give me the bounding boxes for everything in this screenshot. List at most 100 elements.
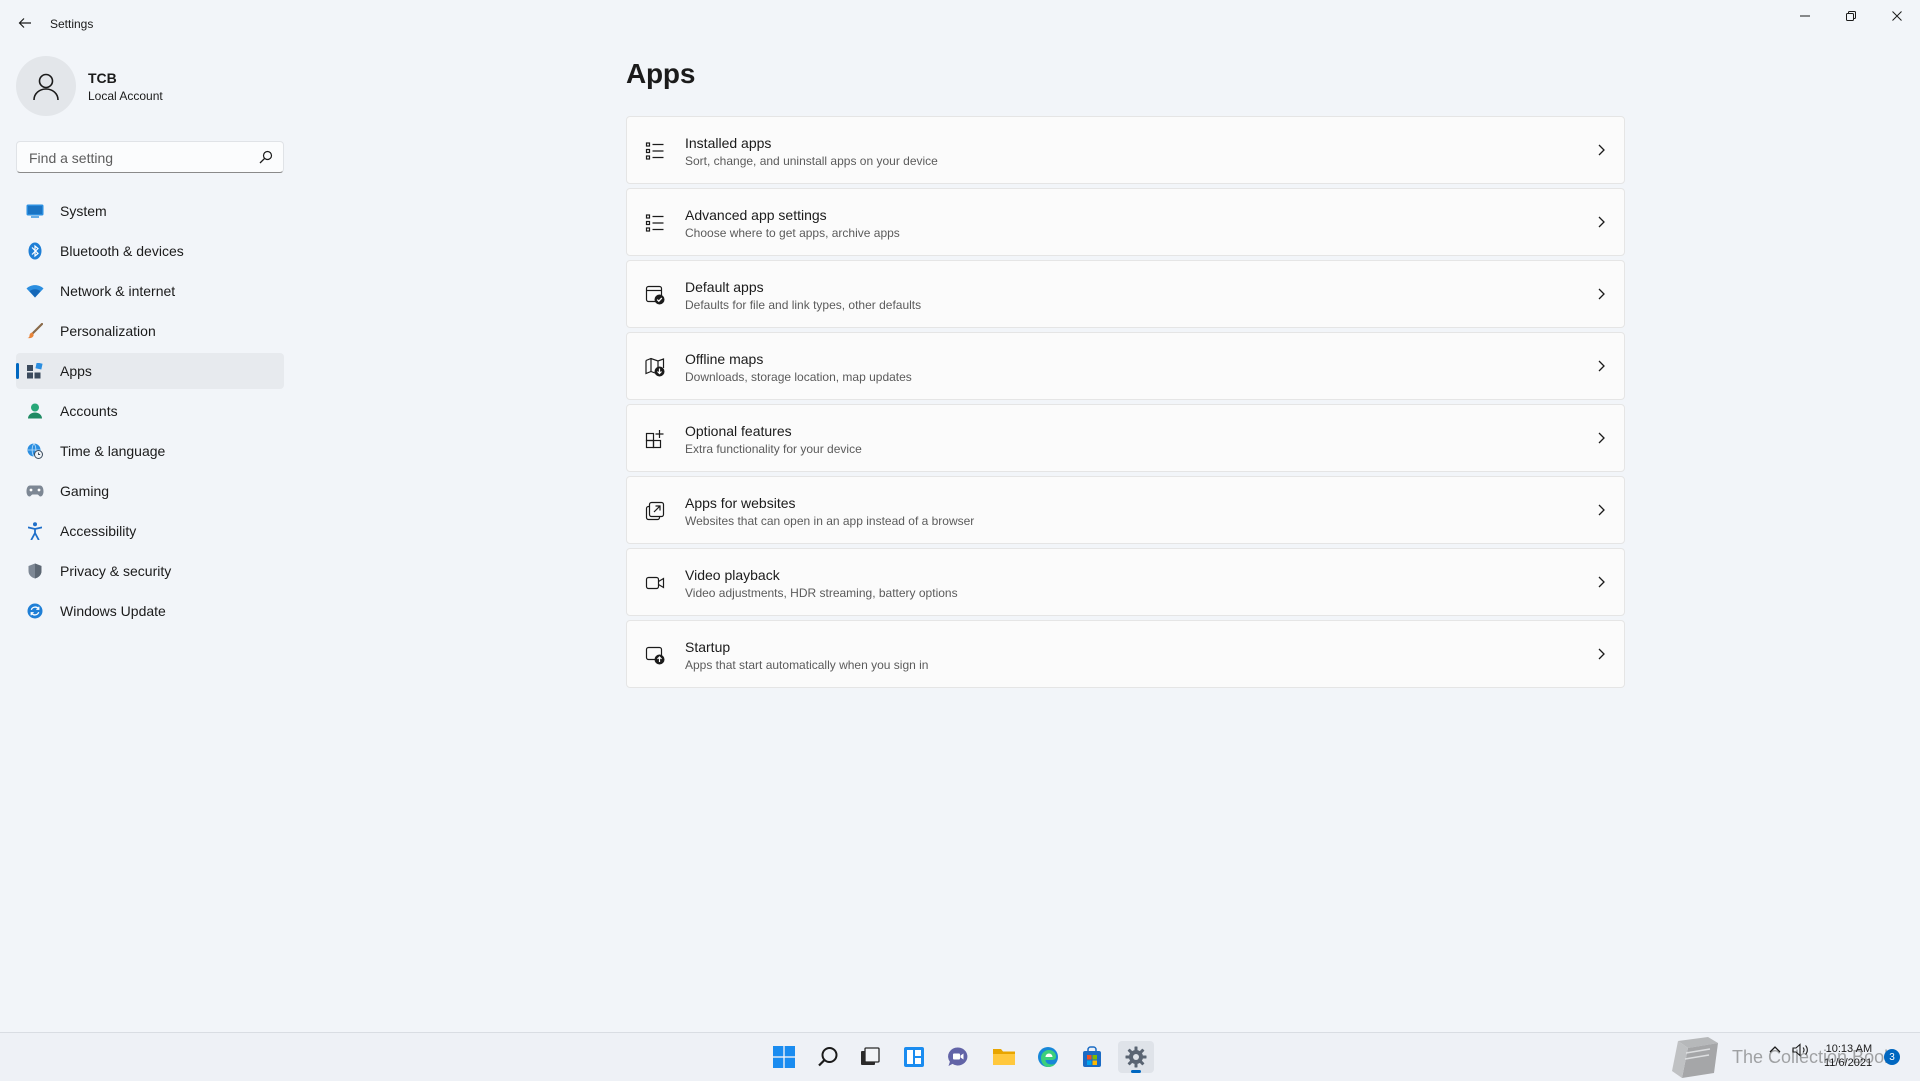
close-icon [1892, 11, 1902, 21]
person-outline-icon [33, 73, 59, 101]
sidebar-item-windows-update[interactable]: Windows Update [16, 593, 284, 629]
chevron-right-icon [1598, 432, 1605, 444]
card-subtitle: Choose where to get apps, archive apps [685, 226, 900, 240]
folder-icon [993, 1049, 1015, 1065]
sidebar-item-personalization[interactable]: Personalization [16, 313, 284, 349]
search-input[interactable] [27, 142, 251, 174]
volume-button[interactable] [1792, 1043, 1810, 1062]
sidebar-item-accounts[interactable]: Accounts [16, 393, 284, 429]
chevron-right-icon [1598, 216, 1605, 228]
chevron-right-icon [1598, 648, 1605, 660]
sidebar-item-label: Time & language [60, 443, 166, 459]
restore-icon [1846, 11, 1856, 21]
bluetooth-icon [26, 242, 44, 260]
chevron-right-icon [1598, 504, 1605, 516]
card-title: Installed apps [685, 135, 772, 151]
microsoft-store-button[interactable] [1074, 1041, 1110, 1073]
card-default-apps[interactable]: Default apps Defaults for file and link … [626, 260, 1625, 328]
file-explorer-button[interactable] [986, 1041, 1022, 1073]
chevron-up-icon [1769, 1046, 1781, 1053]
card-optional-features[interactable]: Optional features Extra functionality fo… [626, 404, 1625, 472]
grid-plus-icon [645, 430, 664, 449]
card-title: Offline maps [685, 351, 764, 367]
card-advanced-app-settings[interactable]: Advanced app settings Choose where to ge… [626, 188, 1625, 256]
sidebar-item-system[interactable]: System [16, 193, 284, 229]
shield-icon [26, 562, 44, 580]
card-video-playback[interactable]: Video playback Video adjustments, HDR st… [626, 548, 1625, 616]
card-installed-apps[interactable]: Installed apps Sort, change, and uninsta… [626, 116, 1625, 184]
page-title: Apps [626, 58, 696, 89]
taskbar-clock[interactable]: 10:13 AM 11/6/2021 [1824, 1042, 1872, 1070]
sidebar-item-privacy-security[interactable]: Privacy & security [16, 553, 284, 589]
accessibility-icon [26, 522, 44, 540]
card-subtitle: Extra functionality for your device [685, 442, 862, 456]
task-view-icon [861, 1047, 880, 1065]
sidebar-item-label: Accessibility [60, 523, 137, 539]
taskbar-search-button[interactable] [810, 1041, 846, 1073]
card-title: Optional features [685, 423, 792, 439]
card-subtitle: Websites that can open in an app instead… [685, 514, 975, 528]
profile-name: TCB [88, 69, 117, 86]
sidebar-item-label: System [60, 203, 107, 219]
search-icon[interactable] [259, 150, 273, 164]
widgets-icon [904, 1047, 924, 1067]
card-title: Apps for websites [685, 495, 796, 511]
back-button[interactable] [14, 12, 36, 34]
store-icon [1083, 1046, 1101, 1067]
card-title: Video playback [685, 567, 780, 583]
sidebar-item-gaming[interactable]: Gaming [16, 473, 284, 509]
task-view-button[interactable] [852, 1041, 888, 1073]
card-subtitle: Defaults for file and link types, other … [685, 298, 922, 312]
sidebar-item-accessibility[interactable]: Accessibility [16, 513, 284, 549]
update-icon [26, 602, 44, 620]
chevron-right-icon [1598, 144, 1605, 156]
sidebar-item-label: Windows Update [60, 603, 166, 619]
monitor-icon [26, 202, 44, 220]
avatar [16, 56, 76, 116]
sidebar-item-label: Gaming [60, 483, 110, 499]
gear-icon [1125, 1046, 1147, 1068]
title-bar: Settings [0, 0, 1920, 48]
sidebar-item-apps[interactable]: Apps [16, 353, 284, 389]
chevron-right-icon [1598, 576, 1605, 588]
card-offline-maps[interactable]: Offline maps Downloads, storage location… [626, 332, 1625, 400]
sidebar-item-network[interactable]: Network & internet [16, 273, 284, 309]
sidebar-item-label: Privacy & security [60, 563, 172, 579]
chat-icon [948, 1047, 968, 1066]
volume-icon [1792, 1043, 1808, 1057]
taskbar: The Collection Book 10:13 AM 11/6/2021 3 [0, 1032, 1920, 1081]
card-title: Startup [685, 639, 731, 655]
windows-logo-icon [773, 1046, 795, 1068]
video-camera-icon [645, 576, 665, 590]
widgets-button[interactable] [896, 1041, 932, 1073]
sidebar-item-time-language[interactable]: Time & language [16, 433, 284, 469]
teams-chat-button[interactable] [940, 1041, 976, 1073]
restore-button[interactable] [1828, 0, 1874, 32]
card-subtitle: Apps that start automatically when you s… [685, 658, 929, 672]
map-download-icon [645, 357, 665, 377]
card-subtitle: Video adjustments, HDR streaming, batter… [685, 586, 958, 600]
card-startup[interactable]: Startup Apps that start automatically wh… [626, 620, 1625, 688]
user-profile[interactable]: TCB Local Account [16, 56, 163, 116]
start-button[interactable] [766, 1041, 802, 1073]
clock-time: 10:13 AM [1825, 1043, 1873, 1055]
minimize-button[interactable] [1782, 0, 1828, 32]
open-external-icon [645, 501, 665, 521]
search-box[interactable] [16, 141, 284, 174]
default-apps-icon [645, 285, 665, 305]
card-apps-for-websites[interactable]: Apps for websites Websites that can open… [626, 476, 1625, 544]
edge-browser-button[interactable] [1030, 1041, 1066, 1073]
close-button[interactable] [1874, 0, 1920, 32]
sidebar-item-bluetooth[interactable]: Bluetooth & devices [16, 233, 284, 269]
arrow-left-icon [18, 18, 31, 28]
apps-icon [26, 362, 44, 380]
notification-badge[interactable]: 3 [1884, 1049, 1900, 1065]
list-icon [645, 142, 664, 160]
show-hidden-icons-button[interactable] [1768, 1043, 1782, 1062]
card-subtitle: Sort, change, and uninstall apps on your… [685, 154, 938, 168]
minimize-icon [1800, 15, 1810, 17]
startup-icon [645, 646, 665, 665]
settings-taskbar-button[interactable] [1118, 1041, 1154, 1073]
list-settings-icon [645, 214, 664, 232]
chevron-right-icon [1598, 360, 1605, 372]
